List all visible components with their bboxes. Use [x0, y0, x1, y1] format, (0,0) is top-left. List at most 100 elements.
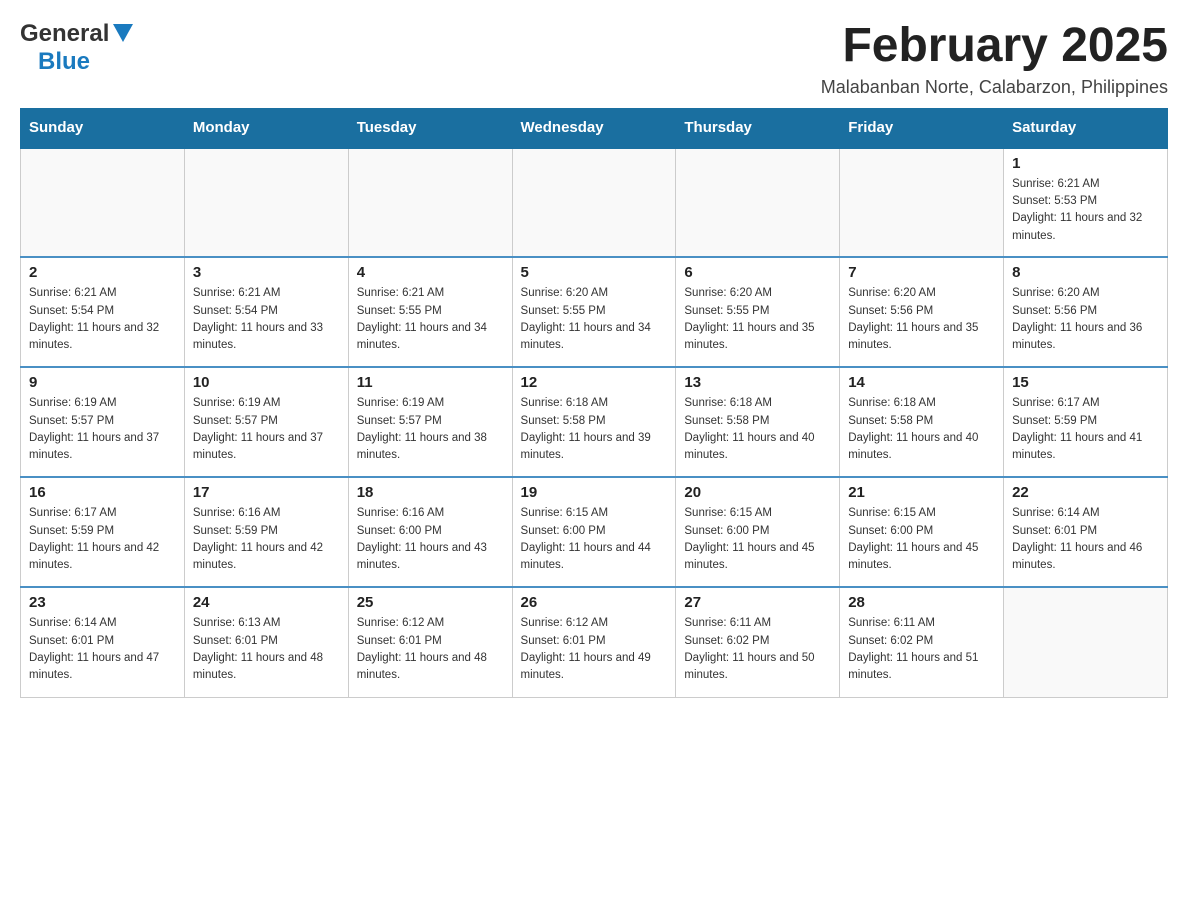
day-info: Sunrise: 6:21 AMSunset: 5:53 PMDaylight:… — [1012, 176, 1159, 245]
day-info: Sunrise: 6:13 AMSunset: 6:01 PMDaylight:… — [193, 615, 340, 684]
calendar-cell: 12Sunrise: 6:18 AMSunset: 5:58 PMDayligh… — [512, 367, 676, 477]
day-number: 8 — [1012, 264, 1159, 281]
day-info: Sunrise: 6:17 AMSunset: 5:59 PMDaylight:… — [29, 505, 176, 574]
day-info: Sunrise: 6:21 AMSunset: 5:54 PMDaylight:… — [193, 285, 340, 354]
calendar-cell: 24 Sunrise: 6:13 AMSunset: 6:01 PMDayligh… — [184, 587, 348, 697]
day-info: Sunrise: 6:15 AMSunset: 6:00 PMDaylight:… — [848, 505, 995, 574]
day-info: Sunrise: 6:12 AMSunset: 6:01 PMDaylight:… — [357, 615, 504, 684]
calendar-cell: 4 Sunrise: 6:21 AMSunset: 5:55 PMDaylight… — [348, 257, 512, 367]
calendar-cell: 14Sunrise: 6:18 AMSunset: 5:58 PMDayligh… — [840, 367, 1004, 477]
day-number: 3 — [193, 264, 340, 281]
calendar-cell — [512, 147, 676, 257]
calendar-header-tuesday: Tuesday — [348, 108, 512, 147]
calendar-cell: 27Sunrise: 6:11 AMSunset: 6:02 PMDayligh… — [676, 587, 840, 697]
day-info: Sunrise: 6:17 AMSunset: 5:59 PMDaylight:… — [1012, 395, 1159, 464]
month-title: February 2025 — [821, 20, 1168, 73]
calendar-week-5: 23Sunrise: 6:14 AMSunset: 6:01 PMDayligh… — [21, 587, 1168, 697]
day-number: 24 — [193, 594, 340, 611]
calendar-cell: 19 Sunrise: 6:15 AMSunset: 6:00 PMDayligh… — [512, 477, 676, 587]
calendar-header-sunday: Sunday — [21, 108, 185, 147]
location-title: Malabanban Norte, Calabarzon, Philippine… — [821, 77, 1168, 98]
day-number: 11 — [357, 374, 504, 391]
day-number: 6 — [684, 264, 831, 281]
day-info: Sunrise: 6:20 AMSunset: 5:56 PMDaylight:… — [1012, 285, 1159, 354]
day-info: Sunrise: 6:20 AMSunset: 5:55 PMDaylight:… — [684, 285, 831, 354]
calendar-header-friday: Friday — [840, 108, 1004, 147]
calendar-header-row: SundayMondayTuesdayWednesdayThursdayFrid… — [21, 108, 1168, 147]
day-info: Sunrise: 6:20 AMSunset: 5:56 PMDaylight:… — [848, 285, 995, 354]
day-number: 5 — [521, 264, 668, 281]
day-info: Sunrise: 6:12 AMSunset: 6:01 PMDaylight:… — [521, 615, 668, 684]
calendar-cell: 17 Sunrise: 6:16 AMSunset: 5:59 PMDayligh… — [184, 477, 348, 587]
calendar-cell — [21, 147, 185, 257]
logo-general-text: General — [20, 20, 109, 48]
day-number: 22 — [1012, 484, 1159, 501]
logo-arrow-icon — [113, 24, 133, 47]
calendar-cell: 11 Sunrise: 6:19 AMSunset: 5:57 PMDayligh… — [348, 367, 512, 477]
day-info: Sunrise: 6:20 AMSunset: 5:55 PMDaylight:… — [521, 285, 668, 354]
calendar-week-2: 2 Sunrise: 6:21 AMSunset: 5:54 PMDaylight… — [21, 257, 1168, 367]
day-number: 16 — [29, 484, 176, 501]
calendar-week-3: 9 Sunrise: 6:19 AMSunset: 5:57 PMDaylight… — [21, 367, 1168, 477]
page-header: General Blue February 2025 Malabanban No… — [20, 20, 1168, 98]
day-number: 25 — [357, 594, 504, 611]
day-info: Sunrise: 6:14 AMSunset: 6:01 PMDaylight:… — [1012, 505, 1159, 574]
calendar-header-monday: Monday — [184, 108, 348, 147]
day-number: 20 — [684, 484, 831, 501]
day-info: Sunrise: 6:18 AMSunset: 5:58 PMDaylight:… — [684, 395, 831, 464]
day-info: Sunrise: 6:16 AMSunset: 6:00 PMDaylight:… — [357, 505, 504, 574]
calendar-cell: 26Sunrise: 6:12 AMSunset: 6:01 PMDayligh… — [512, 587, 676, 697]
calendar-cell: 23Sunrise: 6:14 AMSunset: 6:01 PMDayligh… — [21, 587, 185, 697]
calendar-cell: 8 Sunrise: 6:20 AMSunset: 5:56 PMDaylight… — [1004, 257, 1168, 367]
day-info: Sunrise: 6:21 AMSunset: 5:55 PMDaylight:… — [357, 285, 504, 354]
calendar-cell: 7 Sunrise: 6:20 AMSunset: 5:56 PMDaylight… — [840, 257, 1004, 367]
calendar-header-thursday: Thursday — [676, 108, 840, 147]
calendar-header-saturday: Saturday — [1004, 108, 1168, 147]
calendar-cell — [348, 147, 512, 257]
calendar-cell: 25 Sunrise: 6:12 AMSunset: 6:01 PMDayligh… — [348, 587, 512, 697]
day-number: 17 — [193, 484, 340, 501]
calendar-table: SundayMondayTuesdayWednesdayThursdayFrid… — [20, 108, 1168, 698]
day-info: Sunrise: 6:19 AMSunset: 5:57 PMDaylight:… — [29, 395, 176, 464]
day-number: 9 — [29, 374, 176, 391]
day-number: 2 — [29, 264, 176, 281]
day-info: Sunrise: 6:16 AMSunset: 5:59 PMDaylight:… — [193, 505, 340, 574]
day-number: 7 — [848, 264, 995, 281]
logo-blue-text: Blue — [38, 48, 90, 76]
calendar-cell — [184, 147, 348, 257]
calendar-cell — [676, 147, 840, 257]
day-number: 28 — [848, 594, 995, 611]
calendar-cell: 3 Sunrise: 6:21 AMSunset: 5:54 PMDaylight… — [184, 257, 348, 367]
day-info: Sunrise: 6:18 AMSunset: 5:58 PMDaylight:… — [848, 395, 995, 464]
day-number: 23 — [29, 594, 176, 611]
logo: General Blue — [20, 20, 133, 76]
day-number: 1 — [1012, 155, 1159, 172]
calendar-header-wednesday: Wednesday — [512, 108, 676, 147]
calendar-week-4: 16 Sunrise: 6:17 AMSunset: 5:59 PMDayligh… — [21, 477, 1168, 587]
calendar-cell: 21 Sunrise: 6:15 AMSunset: 6:00 PMDayligh… — [840, 477, 1004, 587]
calendar-week-1: 1 Sunrise: 6:21 AMSunset: 5:53 PMDaylight… — [21, 147, 1168, 257]
day-number: 10 — [193, 374, 340, 391]
day-number: 19 — [521, 484, 668, 501]
calendar-cell: 5 Sunrise: 6:20 AMSunset: 5:55 PMDaylight… — [512, 257, 676, 367]
title-section: February 2025 Malabanban Norte, Calabarz… — [821, 20, 1168, 98]
calendar-cell — [840, 147, 1004, 257]
calendar-cell: 28Sunrise: 6:11 AMSunset: 6:02 PMDayligh… — [840, 587, 1004, 697]
calendar-cell: 6 Sunrise: 6:20 AMSunset: 5:55 PMDaylight… — [676, 257, 840, 367]
day-info: Sunrise: 6:15 AMSunset: 6:00 PMDaylight:… — [521, 505, 668, 574]
day-number: 21 — [848, 484, 995, 501]
calendar-cell: 2 Sunrise: 6:21 AMSunset: 5:54 PMDaylight… — [21, 257, 185, 367]
day-info: Sunrise: 6:18 AMSunset: 5:58 PMDaylight:… — [521, 395, 668, 464]
day-info: Sunrise: 6:21 AMSunset: 5:54 PMDaylight:… — [29, 285, 176, 354]
day-number: 15 — [1012, 374, 1159, 391]
day-info: Sunrise: 6:11 AMSunset: 6:02 PMDaylight:… — [684, 615, 831, 684]
calendar-cell: 10 Sunrise: 6:19 AMSunset: 5:57 PMDayligh… — [184, 367, 348, 477]
day-info: Sunrise: 6:19 AMSunset: 5:57 PMDaylight:… — [357, 395, 504, 464]
day-number: 4 — [357, 264, 504, 281]
day-info: Sunrise: 6:19 AMSunset: 5:57 PMDaylight:… — [193, 395, 340, 464]
calendar-cell: 22 Sunrise: 6:14 AMSunset: 6:01 PMDayligh… — [1004, 477, 1168, 587]
calendar-cell — [1004, 587, 1168, 697]
calendar-cell: 1 Sunrise: 6:21 AMSunset: 5:53 PMDaylight… — [1004, 147, 1168, 257]
calendar-cell: 20Sunrise: 6:15 AMSunset: 6:00 PMDayligh… — [676, 477, 840, 587]
calendar-cell: 15 Sunrise: 6:17 AMSunset: 5:59 PMDayligh… — [1004, 367, 1168, 477]
